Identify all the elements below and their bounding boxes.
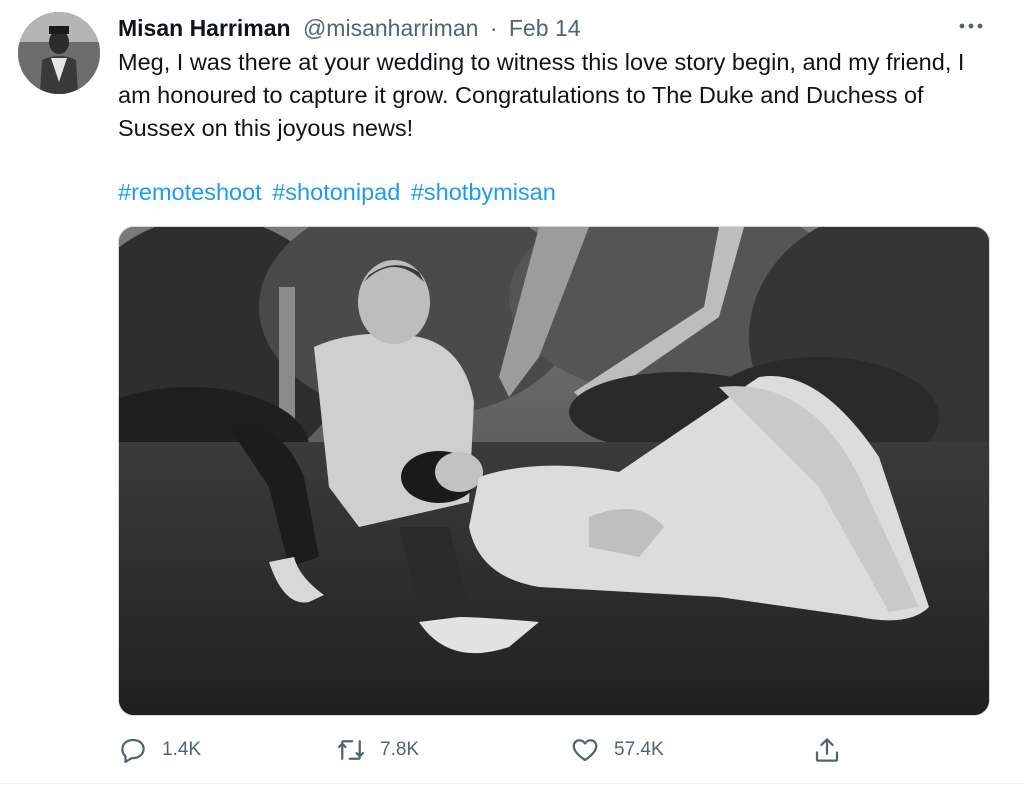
tweet-date[interactable]: Feb 14 (509, 15, 581, 41)
retweet-icon (338, 740, 364, 760)
share-icon (815, 738, 839, 762)
retweet-button[interactable]: 7.8K (336, 730, 419, 770)
author-name[interactable]: Misan Harriman (118, 15, 291, 41)
reply-count: 1.4K (162, 739, 202, 760)
heart-icon (572, 739, 598, 762)
tweet-header: Misan Harriman @misanharriman · Feb 14 (118, 14, 964, 42)
header-separator: · (489, 15, 498, 41)
hashtag-link[interactable]: #shotonipad (272, 179, 400, 205)
tweet[interactable]: Misan Harriman @misanharriman · Feb 14 M… (0, 0, 1024, 788)
tweet-text: Meg, I was there at your wedding to witn… (118, 49, 965, 141)
tweet-photo[interactable] (118, 226, 990, 716)
avatar[interactable] (18, 12, 100, 94)
like-count: 57.4K (614, 739, 664, 760)
reply-button[interactable]: 1.4K (118, 730, 201, 770)
hashtag-link[interactable]: #remoteshoot (118, 179, 262, 205)
share-button[interactable] (812, 730, 856, 770)
hashtag-link[interactable]: #shotbymisan (411, 179, 556, 205)
tweet-actions: 1.4K 7.8K 57.4K (118, 730, 878, 770)
hashtag-list: #remoteshoot #shotonipad #shotbymisan (118, 176, 560, 209)
retweet-count: 7.8K (380, 739, 420, 760)
author-handle[interactable]: @misanharriman (303, 15, 478, 41)
like-button[interactable]: 57.4K (570, 730, 664, 770)
divider (0, 783, 1024, 784)
reply-icon (121, 738, 145, 763)
more-options-icon[interactable] (956, 14, 986, 38)
avatar-image (18, 12, 100, 94)
